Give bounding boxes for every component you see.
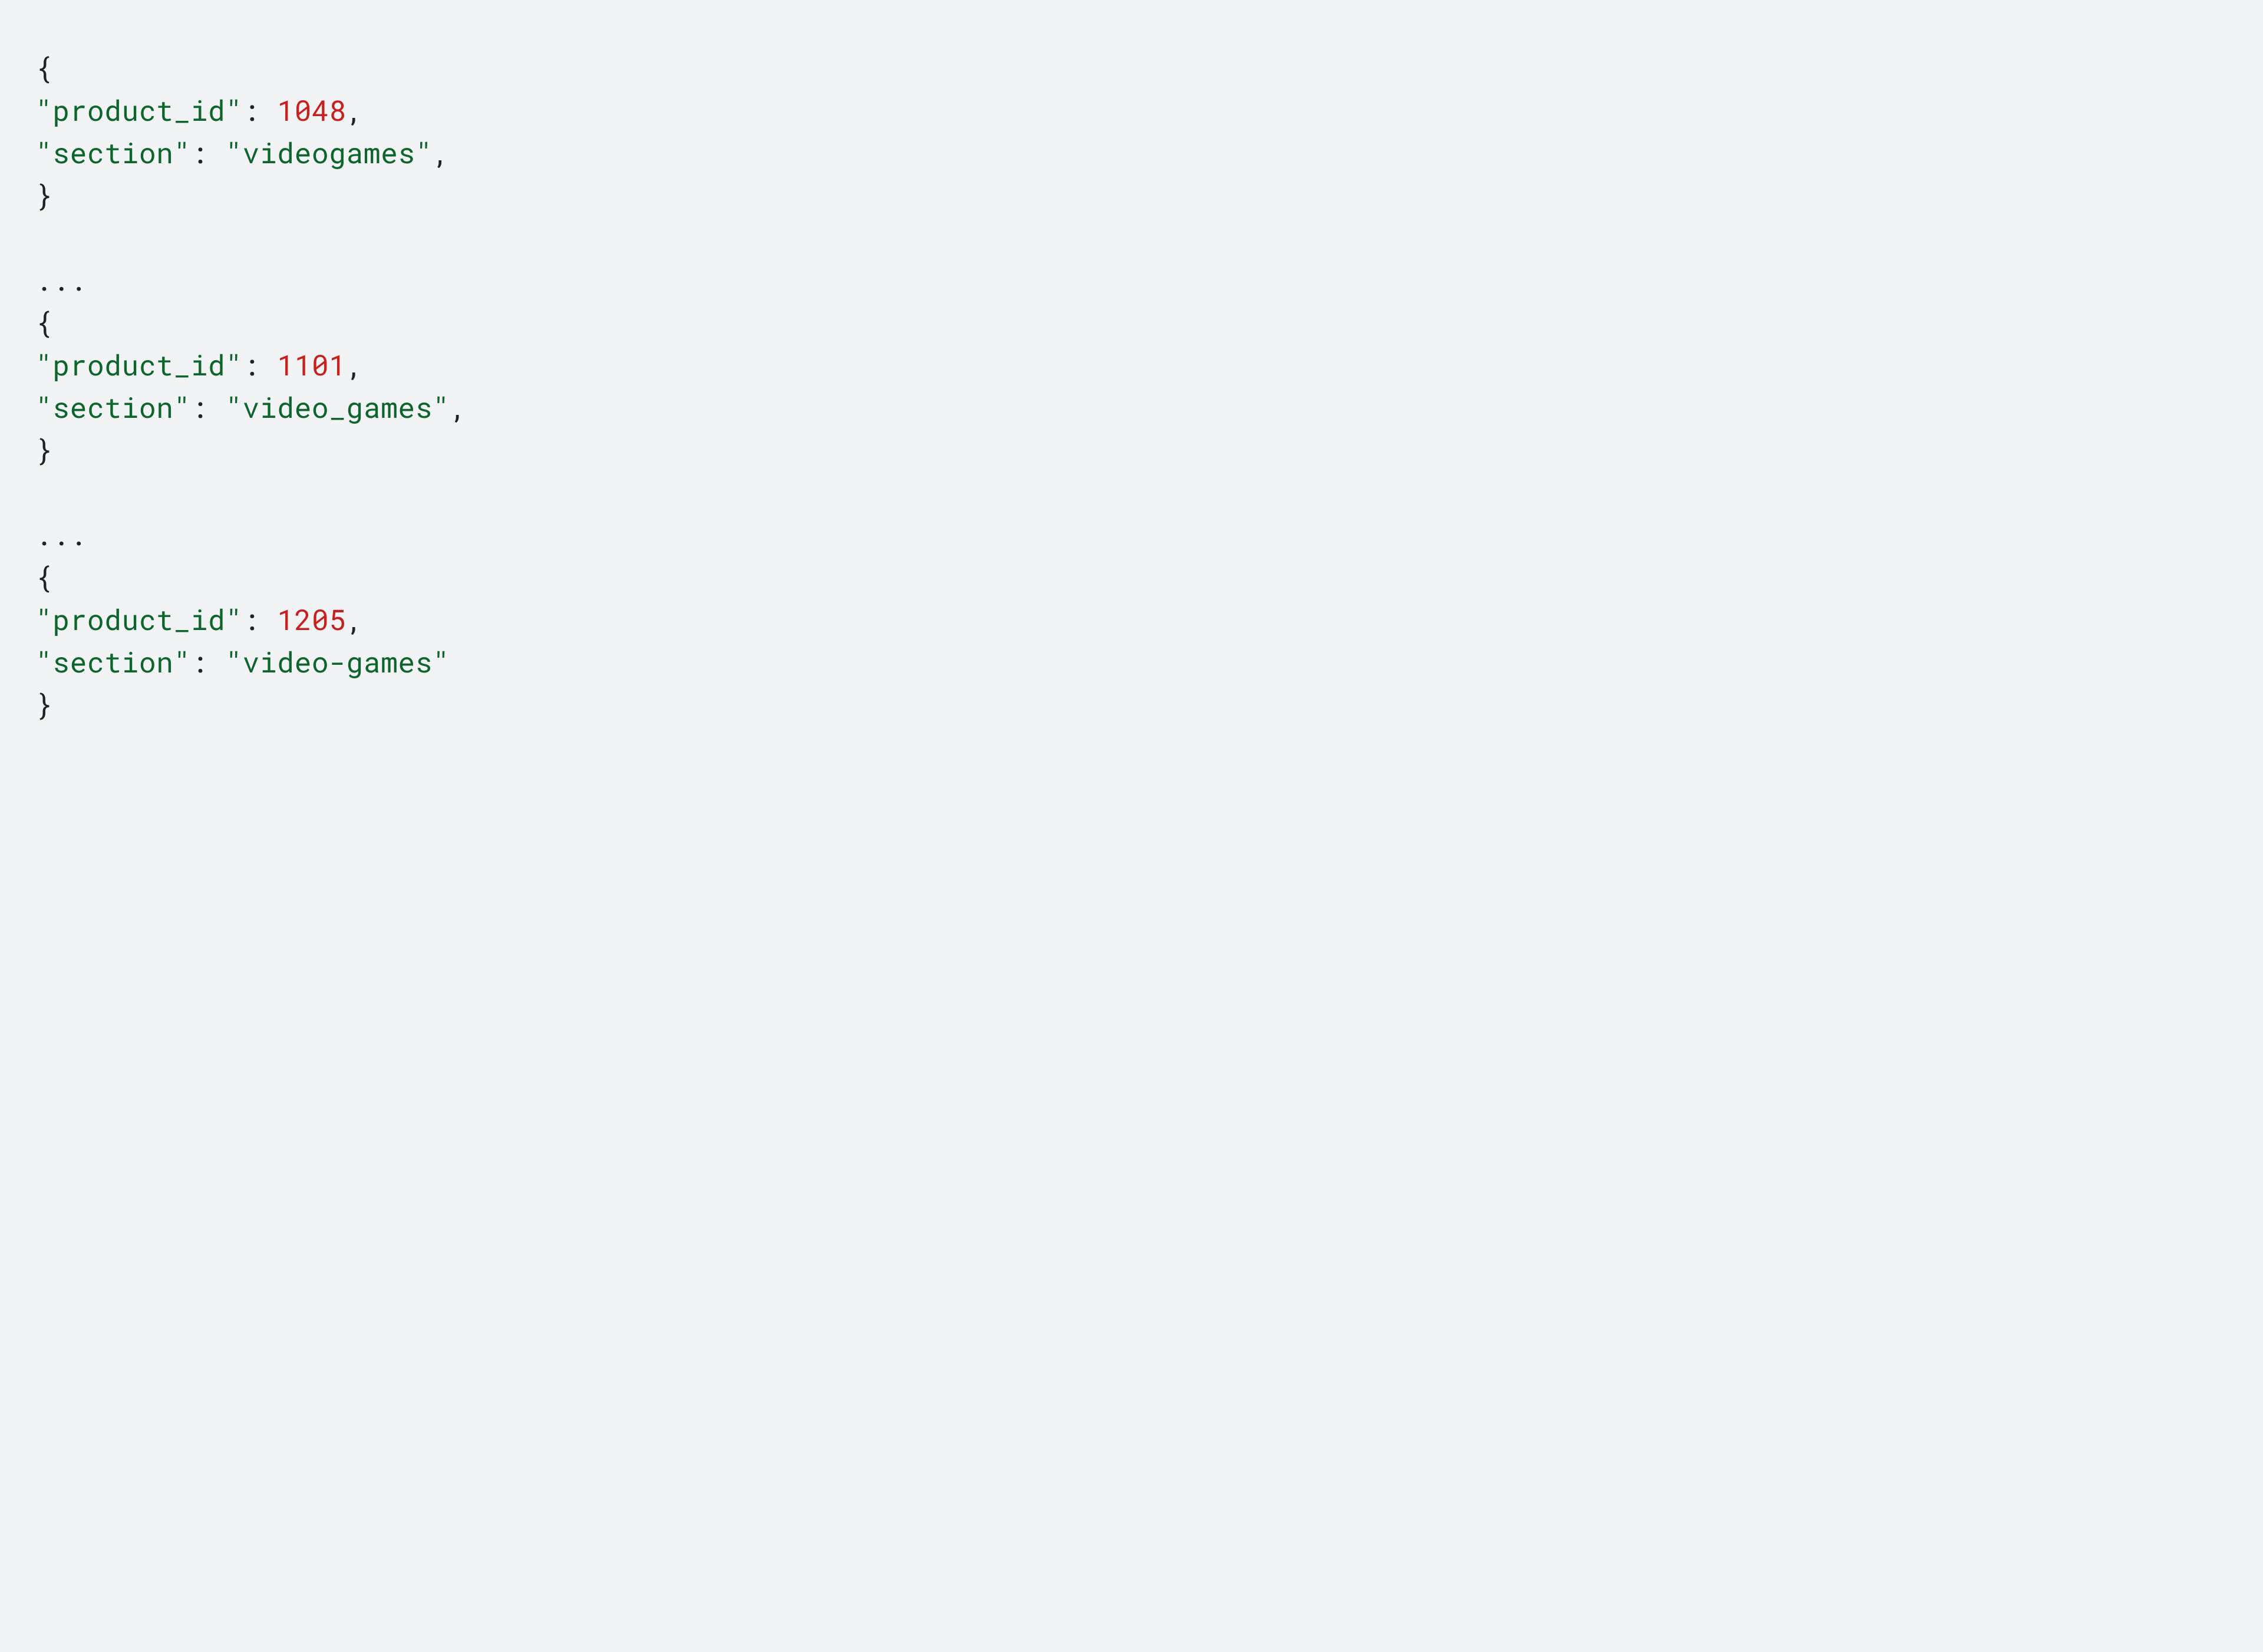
code-token: : (191, 644, 226, 681)
code-token: : (243, 347, 278, 384)
code-token: "video-games" (225, 644, 450, 681)
code-token: { (35, 304, 52, 341)
code-token: 1101 (277, 347, 346, 384)
code-token: : (243, 601, 278, 638)
code-token: , (346, 347, 363, 384)
code-token: { (35, 559, 52, 596)
code-token: ... (35, 516, 87, 553)
code-token: 1048 (277, 92, 346, 129)
code-token: "video_games" (225, 389, 450, 426)
code-token: { (35, 50, 52, 87)
code-token: "product_id" (35, 601, 243, 638)
code-token: ... (35, 262, 87, 299)
code-token: "section" (35, 389, 191, 426)
code-token: : (243, 92, 278, 129)
code-token: "product_id" (35, 92, 243, 129)
code-token: } (35, 686, 52, 723)
code-token: "section" (35, 644, 191, 681)
code-token: , (450, 389, 467, 426)
code-token: 1205 (277, 601, 346, 638)
code-token: "videogames" (225, 134, 433, 172)
code-token: "section" (35, 134, 191, 172)
code-token: , (346, 601, 363, 638)
code-token: , (433, 134, 450, 172)
code-token: "product_id" (35, 347, 243, 384)
code-token: : (191, 389, 226, 426)
code-token: : (191, 134, 226, 172)
code-block: { "product_id": 1048, "section": "videog… (0, 0, 2263, 773)
code-token: } (35, 431, 52, 469)
code-token: , (346, 92, 363, 129)
code-token: } (35, 177, 52, 214)
